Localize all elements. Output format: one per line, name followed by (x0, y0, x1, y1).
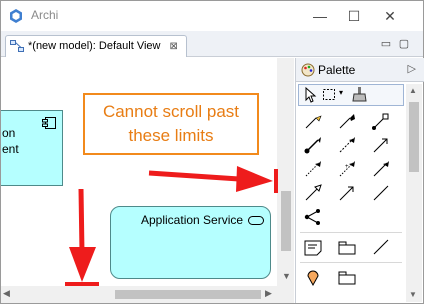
flow-relation-icon[interactable] (370, 158, 392, 180)
diagram-view-icon (10, 40, 24, 52)
component-label: on ent (2, 126, 19, 156)
horizontal-scroll-thumb[interactable] (115, 290, 261, 299)
tab-close-icon[interactable]: ⊠ (170, 41, 178, 52)
palette-scroll-up-icon[interactable]: ▲ (409, 86, 417, 95)
association-directed-icon[interactable] (336, 182, 358, 204)
note-icon[interactable] (302, 236, 324, 258)
triggering-relation-icon[interactable]: + (336, 158, 358, 180)
palette-scroll-thumb[interactable] (409, 102, 419, 172)
view-maximize-icon[interactable]: ▢ (397, 37, 411, 51)
callout-text: Cannot scroll past these limits (102, 102, 240, 145)
window-title: Archi (31, 8, 59, 22)
palette-separator (300, 262, 402, 263)
marquee-dropdown-icon[interactable]: ▾ (339, 88, 343, 97)
annotation-callout: Cannot scroll past these limits (83, 93, 259, 155)
access-relation-icon[interactable] (370, 134, 392, 156)
minimize-icon: — (313, 8, 327, 24)
palette-separator (300, 232, 402, 233)
junction-icon[interactable] (302, 206, 324, 228)
palette-panel: Palette ▷ ▾ ▲ ▼ + (295, 58, 424, 303)
palette-header: Palette ▷ (296, 58, 424, 82)
archi-app-icon (10, 9, 22, 23)
marquee-tool-icon[interactable] (320, 85, 340, 105)
grouping-icon[interactable] (336, 266, 358, 288)
location-icon[interactable] (302, 266, 324, 288)
palette-selection-tools: ▾ (298, 84, 404, 106)
tab-default-view[interactable]: *(new model): Default View ⊠ (5, 35, 187, 57)
palette-title: Palette (318, 63, 356, 77)
group-icon[interactable] (336, 236, 358, 258)
realization-relation-icon[interactable] (302, 134, 324, 156)
application-component-element[interactable]: on ent (1, 110, 63, 186)
palette-collapse-icon[interactable]: ▷ (408, 62, 416, 75)
minimize-button[interactable]: — (303, 1, 337, 31)
vertical-scrollbar[interactable] (277, 58, 294, 286)
close-button[interactable]: ✕ (373, 1, 407, 31)
scroll-right-icon[interactable]: ▶ (265, 288, 272, 299)
application-service-element[interactable]: Application Service (110, 206, 271, 279)
association-relation-icon[interactable] (370, 182, 392, 204)
serving-relation-icon[interactable] (336, 134, 358, 156)
influence-relation-icon[interactable] (302, 158, 324, 180)
palette-icon (301, 63, 315, 77)
component-icon (42, 117, 56, 129)
maximize-icon: ☐ (347, 7, 361, 24)
composition-relation-icon[interactable] (302, 110, 324, 132)
svg-text:+: + (345, 164, 349, 170)
format-painter-icon[interactable] (349, 85, 369, 105)
title-bar: Archi — ☐ ✕ (1, 1, 423, 31)
specialization-relation-icon[interactable] (302, 182, 324, 204)
maximize-button[interactable]: ☐ (337, 1, 371, 31)
scroll-down-icon[interactable]: ▼ (282, 271, 291, 281)
archi-window: Archi — ☐ ✕ *(new model): Default View ⊠… (0, 0, 424, 304)
palette-scrollbar[interactable]: ▲ ▼ (406, 84, 422, 302)
connection-icon[interactable] (370, 236, 392, 258)
assignment-relation-icon[interactable] (370, 110, 392, 132)
select-tool-icon[interactable] (300, 85, 320, 105)
view-minimize-icon[interactable]: ▭ (379, 37, 393, 51)
vertical-scroll-thumb[interactable] (281, 191, 291, 251)
service-label: Application Service (141, 213, 244, 227)
tab-label: *(new model): Default View (28, 40, 161, 52)
close-icon: ✕ (384, 7, 396, 24)
editor-tab-row: *(new model): Default View ⊠ ▭ ▢ (1, 31, 423, 57)
aggregation-relation-icon[interactable] (336, 110, 358, 132)
service-icon (248, 216, 264, 225)
scroll-left-icon[interactable]: ◀ (3, 288, 10, 299)
palette-scroll-down-icon[interactable]: ▼ (409, 290, 417, 299)
